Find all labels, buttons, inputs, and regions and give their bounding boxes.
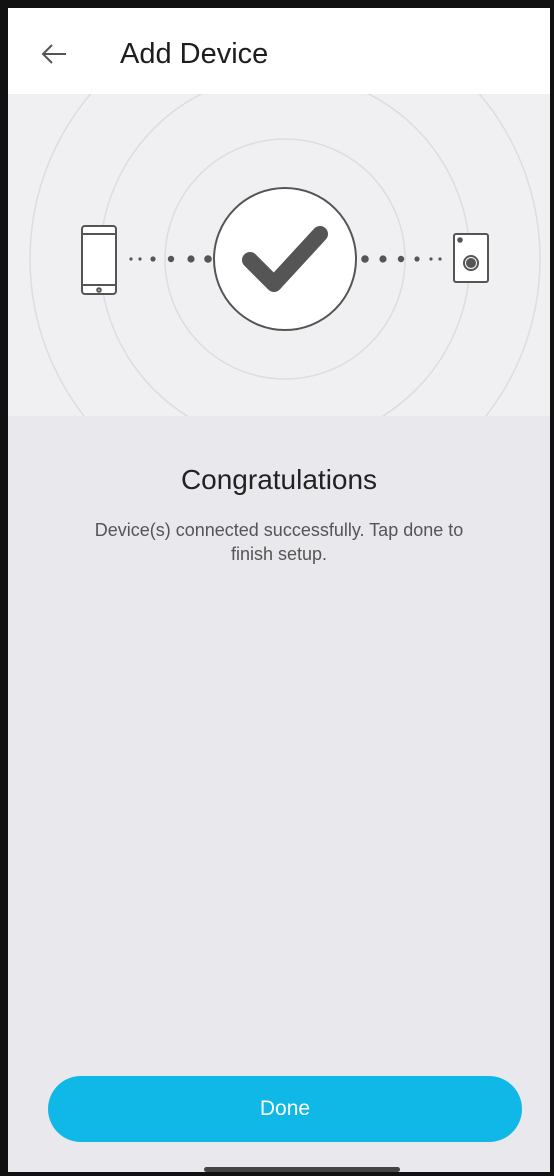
camera-device-icon bbox=[453, 233, 489, 283]
page-title: Add Device bbox=[120, 38, 269, 70]
smartphone-icon bbox=[81, 225, 117, 295]
left-connection-dots bbox=[129, 255, 212, 263]
back-button[interactable] bbox=[32, 34, 76, 74]
arrow-left-icon bbox=[41, 44, 66, 64]
result-panel: Congratulations Device(s) connected succ… bbox=[8, 416, 550, 1172]
done-button[interactable]: Done bbox=[48, 1076, 522, 1142]
success-badge bbox=[213, 187, 357, 331]
success-heading: Congratulations bbox=[180, 464, 378, 495]
connection-illustration bbox=[8, 94, 550, 416]
top-bar: Add Device bbox=[8, 8, 550, 94]
app-screen: Add Device Congratulations Device(s) con… bbox=[0, 0, 554, 1176]
success-message: Device(s) connected successfully. Tap do… bbox=[94, 520, 464, 564]
home-indicator bbox=[204, 1167, 400, 1172]
right-connection-dots bbox=[361, 255, 442, 263]
